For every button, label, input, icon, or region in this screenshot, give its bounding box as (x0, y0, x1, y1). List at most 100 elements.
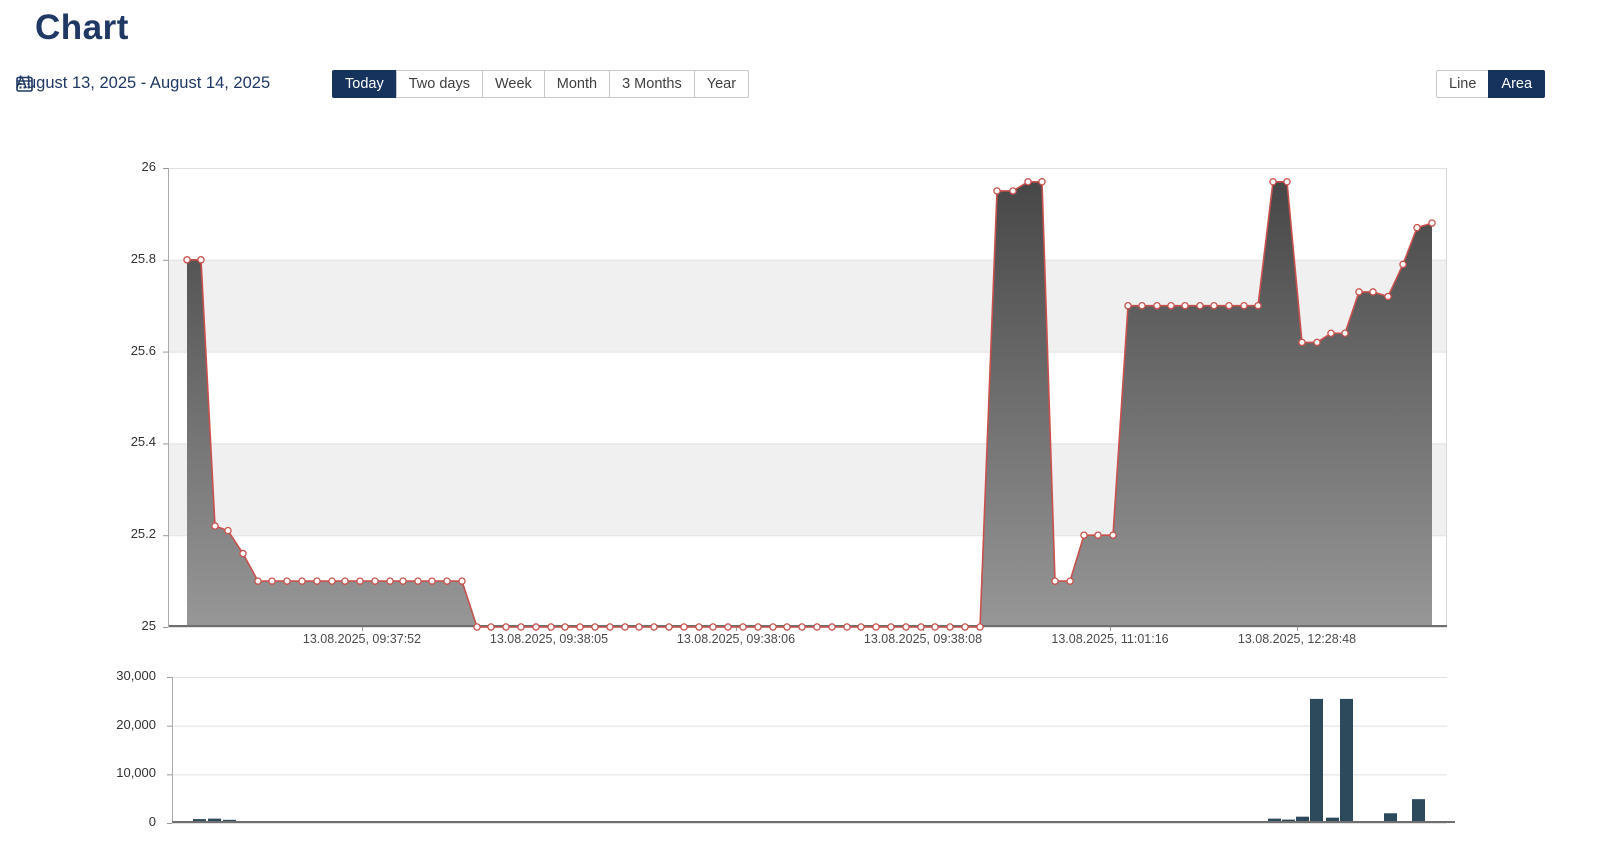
data-point-marker[interactable] (622, 624, 628, 630)
data-point-marker[interactable] (770, 624, 776, 630)
range-button-month[interactable]: Month (544, 70, 610, 98)
data-point-marker[interactable] (636, 624, 642, 630)
data-point-marker[interactable] (212, 523, 218, 529)
data-point-marker[interactable] (1255, 303, 1261, 309)
data-point-marker[interactable] (562, 624, 568, 630)
data-point-marker[interactable] (592, 624, 598, 630)
data-point-marker[interactable] (1025, 179, 1031, 185)
data-point-marker[interactable] (1370, 289, 1376, 295)
data-point-marker[interactable] (474, 624, 480, 630)
data-point-marker[interactable] (1095, 532, 1101, 538)
volume-y-axis-tick-label: 0 (0, 814, 156, 829)
data-point-marker[interactable] (1342, 330, 1348, 336)
data-point-marker[interactable] (198, 257, 204, 263)
data-point-marker[interactable] (1125, 303, 1131, 309)
data-point-marker[interactable] (947, 624, 953, 630)
data-point-marker[interactable] (400, 578, 406, 584)
data-point-marker[interactable] (1197, 303, 1203, 309)
data-point-marker[interactable] (1110, 532, 1116, 538)
data-point-marker[interactable] (1182, 303, 1188, 309)
data-point-marker[interactable] (269, 578, 275, 584)
data-point-marker[interactable] (415, 578, 421, 584)
data-point-marker[interactable] (329, 578, 335, 584)
data-point-marker[interactable] (184, 257, 190, 263)
data-point-marker[interactable] (533, 624, 539, 630)
data-point-marker[interactable] (1314, 339, 1320, 345)
range-button-today[interactable]: Today (332, 70, 397, 98)
data-point-marker[interactable] (932, 624, 938, 630)
data-point-marker[interactable] (1067, 578, 1073, 584)
data-point-marker[interactable] (429, 578, 435, 584)
data-point-marker[interactable] (548, 624, 554, 630)
data-point-marker[interactable] (357, 578, 363, 584)
data-point-marker[interactable] (755, 624, 761, 630)
range-button-week[interactable]: Week (482, 70, 545, 98)
data-point-marker[interactable] (240, 550, 246, 556)
volume-bar[interactable] (1412, 799, 1425, 823)
data-point-marker[interactable] (888, 624, 894, 630)
data-point-marker[interactable] (918, 624, 924, 630)
data-point-marker[interactable] (284, 578, 290, 584)
data-point-marker[interactable] (994, 188, 1000, 194)
data-point-marker[interactable] (829, 624, 835, 630)
data-point-marker[interactable] (858, 624, 864, 630)
data-point-marker[interactable] (814, 624, 820, 630)
data-point-marker[interactable] (1154, 303, 1160, 309)
data-point-marker[interactable] (459, 578, 465, 584)
data-point-marker[interactable] (1039, 179, 1045, 185)
data-point-marker[interactable] (518, 624, 524, 630)
volume-bar[interactable] (1310, 699, 1323, 823)
data-point-marker[interactable] (1168, 303, 1174, 309)
data-point-marker[interactable] (696, 624, 702, 630)
data-point-marker[interactable] (1241, 303, 1247, 309)
data-point-marker[interactable] (799, 624, 805, 630)
data-point-marker[interactable] (666, 624, 672, 630)
data-point-marker[interactable] (1385, 293, 1391, 299)
area-fill (187, 182, 1432, 627)
volume-bar[interactable] (1340, 699, 1353, 823)
range-button-year[interactable]: Year (694, 70, 749, 98)
mode-button-line[interactable]: Line (1436, 70, 1489, 98)
data-point-marker[interactable] (873, 624, 879, 630)
data-point-marker[interactable] (444, 578, 450, 584)
data-point-marker[interactable] (1356, 289, 1362, 295)
data-point-marker[interactable] (1139, 303, 1145, 309)
data-point-marker[interactable] (314, 578, 320, 584)
data-point-marker[interactable] (577, 624, 583, 630)
data-point-marker[interactable] (255, 578, 261, 584)
data-point-marker[interactable] (844, 624, 850, 630)
data-point-marker[interactable] (387, 578, 393, 584)
data-point-marker[interactable] (784, 624, 790, 630)
data-point-marker[interactable] (1328, 330, 1334, 336)
data-point-marker[interactable] (962, 624, 968, 630)
data-point-marker[interactable] (651, 624, 657, 630)
data-point-marker[interactable] (488, 624, 494, 630)
data-point-marker[interactable] (1052, 578, 1058, 584)
data-point-marker[interactable] (681, 624, 687, 630)
data-point-marker[interactable] (740, 624, 746, 630)
data-point-marker[interactable] (1211, 303, 1217, 309)
data-point-marker[interactable] (1270, 179, 1276, 185)
data-point-marker[interactable] (342, 578, 348, 584)
data-point-marker[interactable] (903, 624, 909, 630)
range-button-3-months[interactable]: 3 Months (609, 70, 695, 98)
data-point-marker[interactable] (1299, 339, 1305, 345)
data-point-marker[interactable] (607, 624, 613, 630)
date-range-picker[interactable]: August 13, 2025 - August 14, 2025 (16, 74, 270, 93)
data-point-marker[interactable] (503, 624, 509, 630)
data-point-marker[interactable] (299, 578, 305, 584)
data-point-marker[interactable] (977, 624, 983, 630)
data-point-marker[interactable] (1081, 532, 1087, 538)
data-point-marker[interactable] (1429, 220, 1435, 226)
data-point-marker[interactable] (1226, 303, 1232, 309)
data-point-marker[interactable] (225, 528, 231, 534)
mode-button-area[interactable]: Area (1488, 70, 1545, 98)
data-point-marker[interactable] (1010, 188, 1016, 194)
data-point-marker[interactable] (710, 624, 716, 630)
data-point-marker[interactable] (725, 624, 731, 630)
data-point-marker[interactable] (372, 578, 378, 584)
data-point-marker[interactable] (1400, 261, 1406, 267)
range-button-two-days[interactable]: Two days (396, 70, 483, 98)
data-point-marker[interactable] (1414, 225, 1420, 231)
data-point-marker[interactable] (1284, 179, 1290, 185)
